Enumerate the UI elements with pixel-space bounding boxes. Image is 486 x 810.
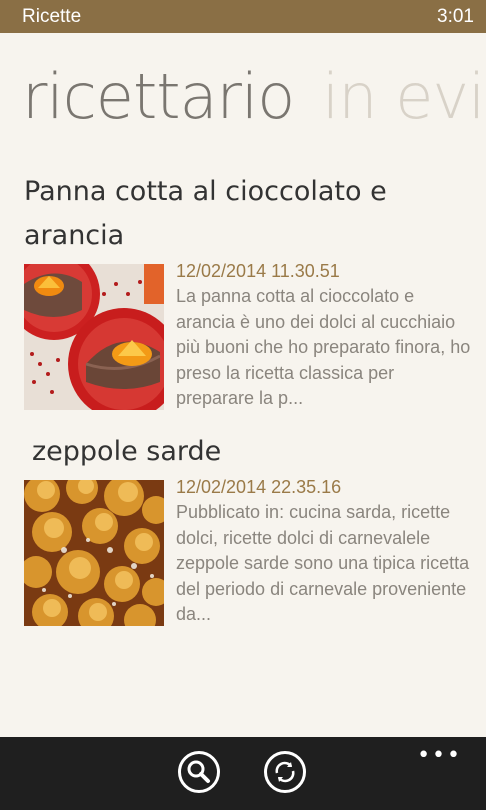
- search-icon: [187, 760, 210, 783]
- post-excerpt: Pubblicato in: cucina sarda, ricette dol…: [176, 502, 470, 624]
- clock: 3:01: [437, 6, 474, 27]
- post-date: 12/02/2014 22.35.16: [176, 477, 342, 497]
- more-options-button[interactable]: •••: [417, 743, 462, 768]
- post-excerpt: La panna cotta al cioccolato e arancia è…: [176, 286, 471, 408]
- post-title[interactable]: zeppole sarde: [24, 430, 474, 474]
- post-title[interactable]: Panna cotta al cioccolato e arancia: [24, 170, 474, 258]
- pivot-tab-in-evidenza[interactable]: in evi: [322, 66, 485, 128]
- recipe-list: Panna cotta al cioccolato e arancia 12/0…: [0, 170, 486, 626]
- status-bar: Ricette 3:01: [0, 0, 486, 33]
- pivot-header: ricettario in evi: [0, 60, 486, 140]
- pivot-tab-ricettario[interactable]: ricettario: [22, 66, 295, 128]
- panna-cotta-photo[interactable]: [24, 264, 164, 410]
- list-item[interactable]: zeppole sarde 12/02/2014 22.35.16 Pubbli…: [24, 430, 474, 626]
- zeppole-photo[interactable]: [24, 480, 164, 626]
- post-date: 12/02/2014 11.30.51: [176, 261, 340, 281]
- refresh-button[interactable]: [264, 751, 306, 793]
- search-button[interactable]: [178, 751, 220, 793]
- refresh-icon: [275, 761, 295, 783]
- app-name: Ricette: [22, 6, 82, 27]
- application-bar: •••: [0, 737, 486, 810]
- list-item[interactable]: Panna cotta al cioccolato e arancia 12/0…: [24, 170, 474, 410]
